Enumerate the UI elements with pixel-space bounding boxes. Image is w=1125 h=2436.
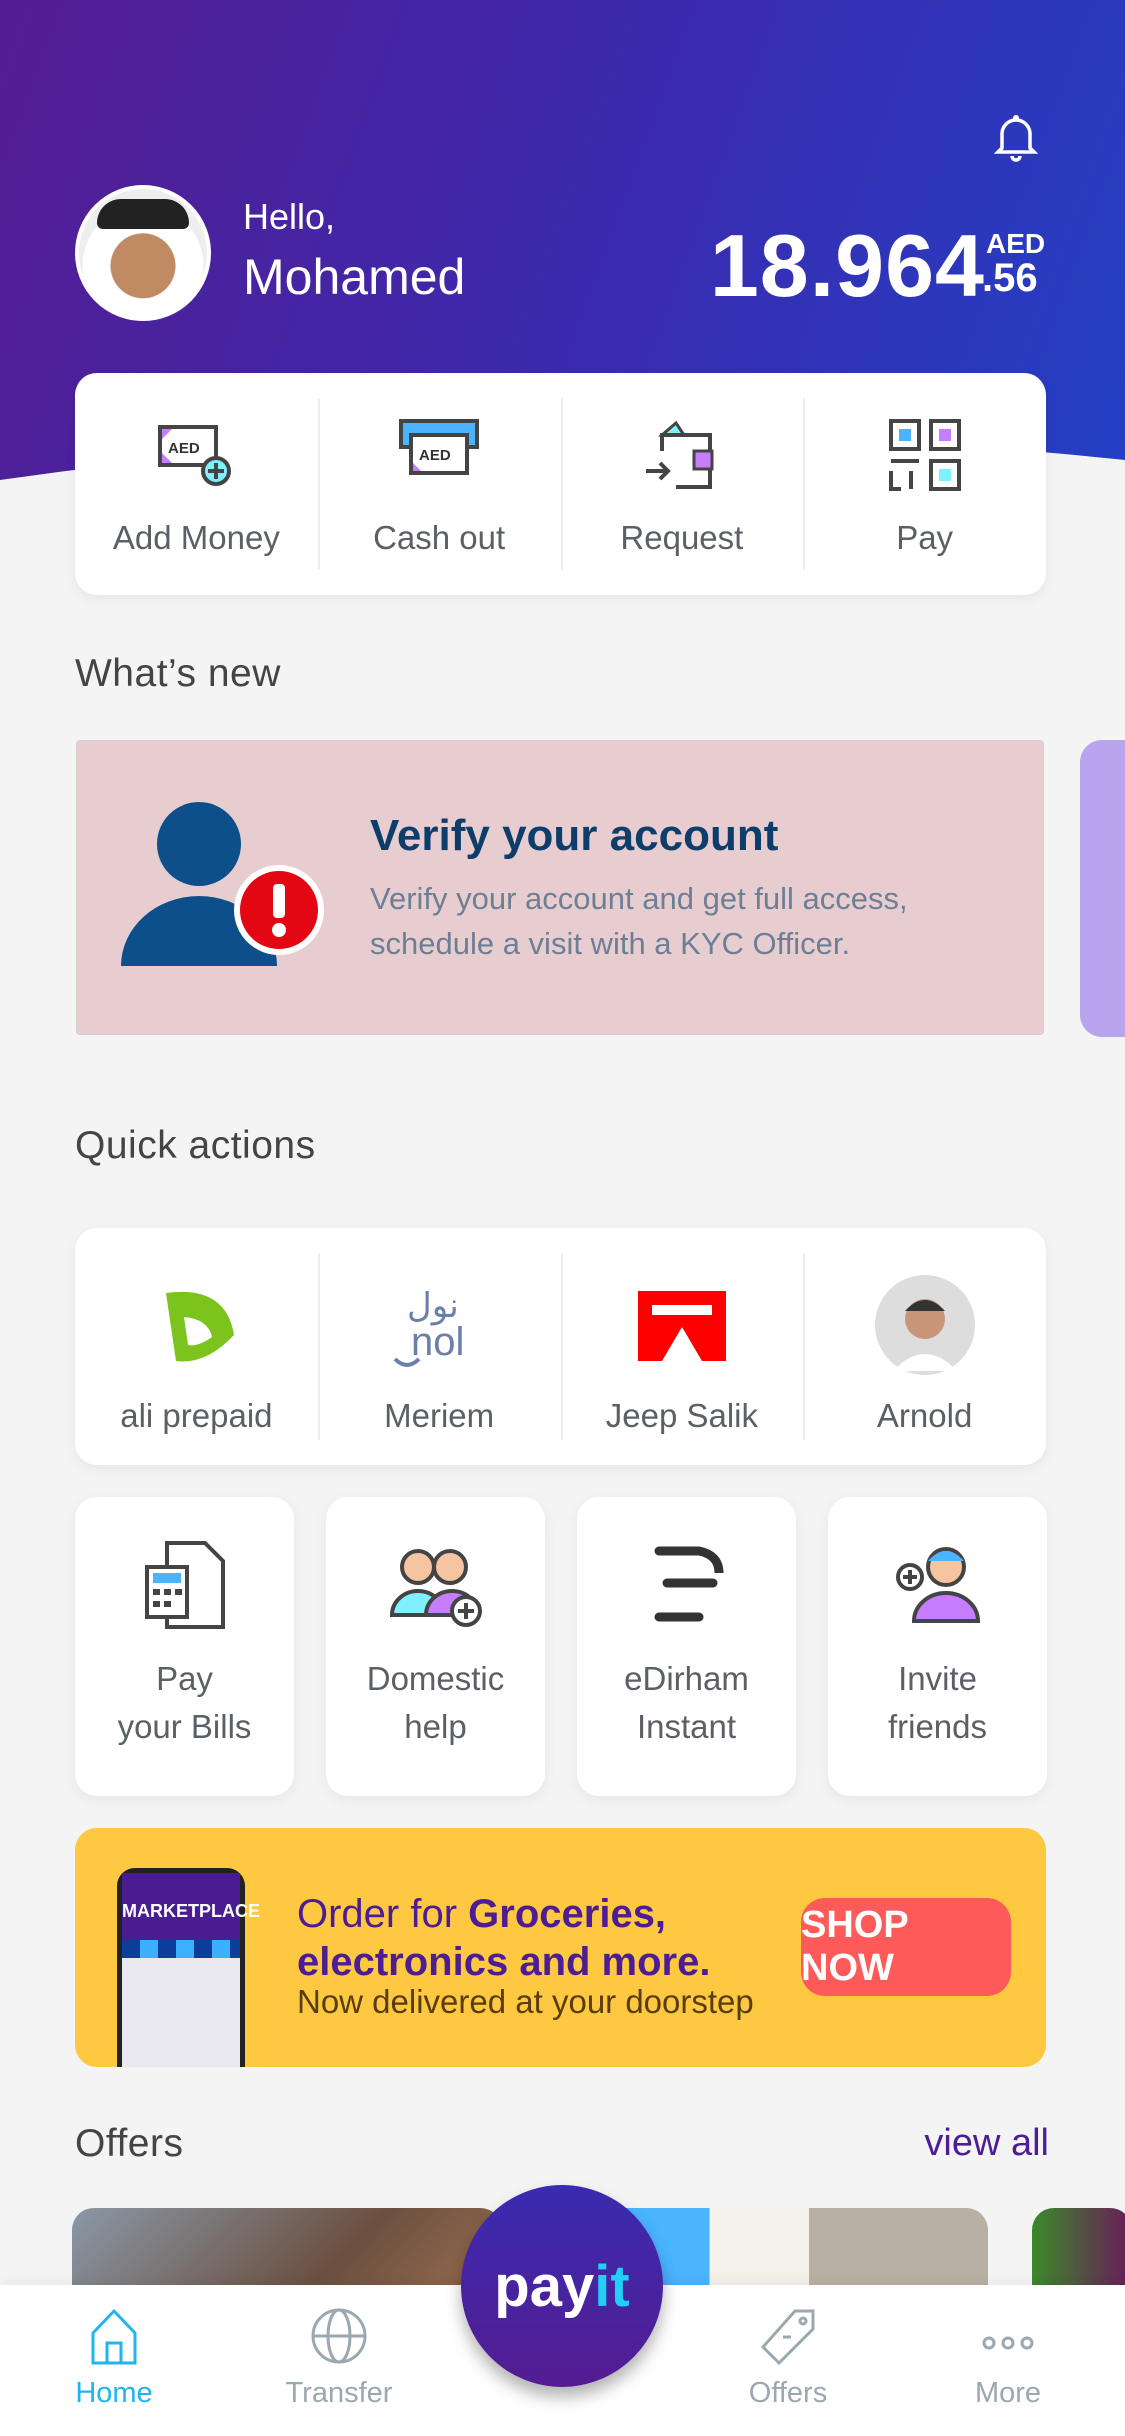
edirham-instant-tile[interactable]: eDirham Instant (577, 1497, 796, 1796)
request-button[interactable]: Request (560, 373, 804, 595)
phone-label: MARKETPLACE (122, 1873, 260, 1940)
pay-label: Pay (896, 519, 954, 556)
greeting: Hello, (243, 196, 336, 237)
payee-ali-prepaid[interactable]: ali prepaid (75, 1228, 318, 1465)
bell-icon[interactable] (994, 112, 1038, 162)
tile-label: friends (887, 1708, 988, 1745)
invite-friends-tile[interactable]: Invite friends (828, 1497, 1047, 1796)
nav-label: Transfer (285, 2377, 393, 2409)
arnold-avatar (874, 1275, 975, 1375)
tile-label: help (404, 1708, 467, 1745)
tile-label: Instant (636, 1708, 737, 1745)
payee-arnold[interactable]: Arnold (803, 1228, 1046, 1465)
cash-out-button[interactable]: AED Cash out (317, 373, 561, 595)
payee-label: Arnold (876, 1397, 973, 1434)
verify-title: Verify your account (370, 811, 779, 860)
more-dots-icon (982, 2336, 1034, 2350)
verify-text: Verify your account and get full access,… (370, 881, 908, 961)
globe-icon (311, 2308, 367, 2364)
offers-heading: Offers (75, 2122, 184, 2165)
main-actions: AED Add Money AED Cash out Request Pay (75, 373, 1046, 595)
pay-button[interactable]: Pay (803, 373, 1046, 595)
shop-now-button[interactable]: SHOP NOW (801, 1898, 1011, 1996)
nav-label: Offers (748, 2377, 828, 2409)
domestic-help-tile[interactable]: Domestic help (326, 1497, 545, 1796)
balance-amount: 18.964 (709, 216, 985, 315)
quick-actions-heading: Quick actions (75, 1124, 316, 1167)
edirham-icon (654, 1546, 723, 1622)
add-money-label: Add Money (112, 519, 280, 556)
cash-out-label: Cash out (373, 519, 506, 556)
svg-text:AED: AED (419, 447, 451, 464)
marketplace-headline: Order for Groceries, electronics and more… (297, 1890, 710, 1986)
add-money-button[interactable]: AED Add Money (75, 373, 318, 595)
domestic-help-icon (389, 1549, 482, 1627)
request-label: Request (620, 519, 744, 556)
etisalat-logo (166, 1291, 235, 1362)
next-banner-peek[interactable] (1080, 740, 1125, 1037)
marketplace-phone-illustration: MARKETPLACE (117, 1868, 260, 2067)
user-avatar[interactable] (75, 185, 211, 321)
svg-text:AED: AED (168, 440, 200, 457)
nav-home[interactable]: Home (44, 2307, 184, 2410)
nav-label: Home (75, 2377, 153, 2409)
headline-bold: Groceries, (468, 1892, 667, 1936)
svg-text:nol: nol (411, 1320, 464, 1364)
verify-account-banner[interactable]: Verify your account Verify your account … (76, 740, 1044, 1035)
qr-code-icon (888, 419, 961, 491)
payee-label: ali prepaid (120, 1397, 273, 1434)
marketplace-banner[interactable]: MARKETPLACE Order for Groceries, electron… (75, 1828, 1046, 2067)
home-icon (91, 2308, 137, 2365)
tile-label: your Bills (117, 1708, 252, 1745)
payee-jeep-salik[interactable]: Jeep Salik (560, 1228, 804, 1465)
tile-label: Domestic (366, 1660, 505, 1697)
marketplace-subtitle: Now delivered at your doorstep (297, 1983, 754, 2020)
pay-bills-tile[interactable]: Pay your Bills (75, 1497, 294, 1796)
user-alert-icon (121, 802, 324, 966)
tag-icon (760, 2309, 815, 2365)
payit-center-button[interactable]: pay it (461, 2185, 663, 2387)
cash-out-icon: AED (399, 419, 480, 475)
bill-calculator-icon (144, 1541, 225, 1629)
payee-label: Meriem (384, 1397, 495, 1434)
nav-transfer[interactable]: Transfer (269, 2307, 409, 2410)
add-money-icon: AED (158, 425, 232, 486)
payit-logo-it: it (594, 2253, 630, 2319)
payee-label: Jeep Salik (605, 1397, 758, 1434)
view-all-offers-link[interactable]: view all (924, 2122, 1049, 2165)
headline-bold-2: electronics and more. (297, 1940, 711, 1984)
headline-regular: Order for (297, 1892, 469, 1936)
nav-label: More (974, 2377, 1042, 2409)
payit-logo-pay: pay (494, 2253, 595, 2319)
balance-decimal: .56 (982, 256, 1038, 300)
whats-new-heading: What’s new (75, 652, 281, 695)
invite-friend-icon (895, 1547, 980, 1623)
user-name: Mohamed (243, 249, 466, 305)
salik-logo (637, 1291, 726, 1361)
tile-label: eDirham (624, 1660, 749, 1697)
request-wallet-icon (645, 420, 714, 489)
nav-more[interactable]: More (938, 2307, 1078, 2410)
nav-offers[interactable]: Offers (718, 2307, 858, 2410)
nol-logo: نولnol (393, 1286, 465, 1367)
recent-payees: ali prepaid نول nol Meriem Jeep Salik Arn… (75, 1228, 1046, 1465)
payee-meriem[interactable]: نول nol Meriem (317, 1228, 561, 1465)
tile-label: Pay (156, 1660, 213, 1697)
tile-label: Invite (898, 1660, 977, 1697)
